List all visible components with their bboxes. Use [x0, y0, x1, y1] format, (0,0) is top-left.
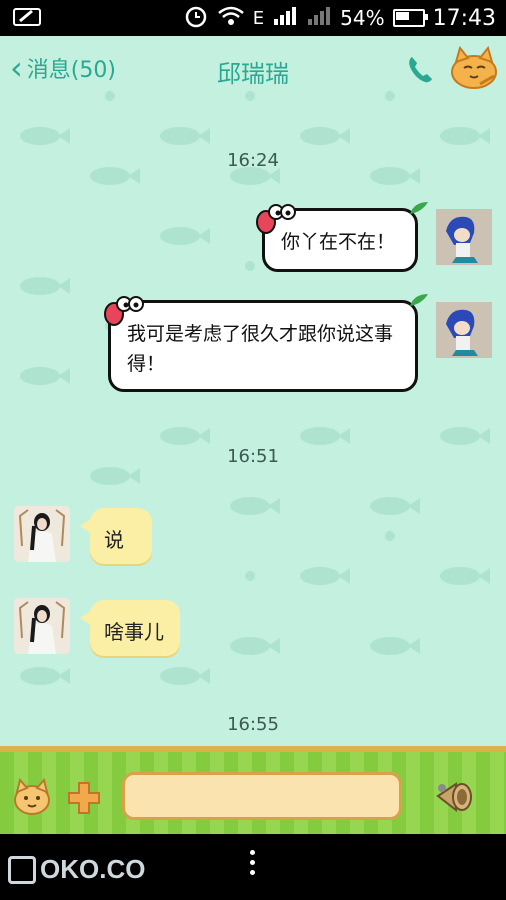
- contact-avatar[interactable]: [14, 506, 70, 562]
- bubble-bird-icon: [100, 292, 144, 332]
- my-avatar[interactable]: [436, 302, 492, 358]
- message-input[interactable]: [122, 772, 402, 820]
- plus-icon[interactable]: [66, 780, 102, 820]
- my-avatar[interactable]: [436, 209, 492, 265]
- timestamp: 16:51: [227, 446, 279, 467]
- status-icons: E 54% 17:43: [183, 0, 496, 36]
- signal-2-icon: [306, 6, 332, 31]
- clock: 17:43: [432, 5, 496, 31]
- wifi-icon: [217, 5, 245, 32]
- watermark-text: OKO.CO: [40, 854, 146, 884]
- contact-avatar[interactable]: [14, 598, 70, 654]
- alarm-icon: [183, 3, 209, 34]
- navigation-bar: OKO.CO: [0, 834, 506, 900]
- phone-icon[interactable]: [406, 54, 434, 88]
- fish-pattern: [20, 91, 490, 685]
- timestamp: 16:24: [227, 150, 279, 171]
- watermark-logo: OKO.CO: [8, 854, 145, 885]
- cat-avatar-icon[interactable]: [450, 45, 498, 90]
- chat-background: [0, 36, 506, 756]
- voice-horn-icon[interactable]: [434, 778, 474, 820]
- timestamp: 16:55: [227, 714, 279, 735]
- status-bar: E 54% 17:43: [0, 0, 506, 36]
- emoji-cat-icon[interactable]: [12, 777, 52, 820]
- battery-icon: [392, 9, 428, 27]
- battery-percent: 54%: [340, 6, 385, 30]
- leaf-icon: [408, 290, 430, 312]
- chat-logo-icon: [8, 855, 36, 884]
- message-text: 你丫在不在！: [281, 231, 396, 253]
- data-e-icon: E: [252, 7, 265, 29]
- notification-icon: [12, 6, 42, 33]
- leaf-icon: [408, 198, 430, 220]
- sent-message-bubble[interactable]: 我可是考虑了很久才跟你说这事得！: [108, 300, 418, 392]
- input-bar: [0, 746, 506, 840]
- menu-icon[interactable]: [246, 850, 258, 880]
- bubble-bird-icon: [252, 200, 296, 240]
- message-text: 说: [104, 528, 124, 552]
- chat-header: ‹ 消息(50) 邱瑞瑞: [0, 36, 506, 106]
- message-text: 啥事儿: [104, 620, 164, 644]
- message-text: 我可是考虑了很久才跟你说这事得！: [127, 323, 394, 375]
- signal-icon: [272, 6, 298, 31]
- received-message-bubble[interactable]: 啥事儿: [80, 600, 180, 656]
- received-message-bubble[interactable]: 说: [80, 508, 152, 564]
